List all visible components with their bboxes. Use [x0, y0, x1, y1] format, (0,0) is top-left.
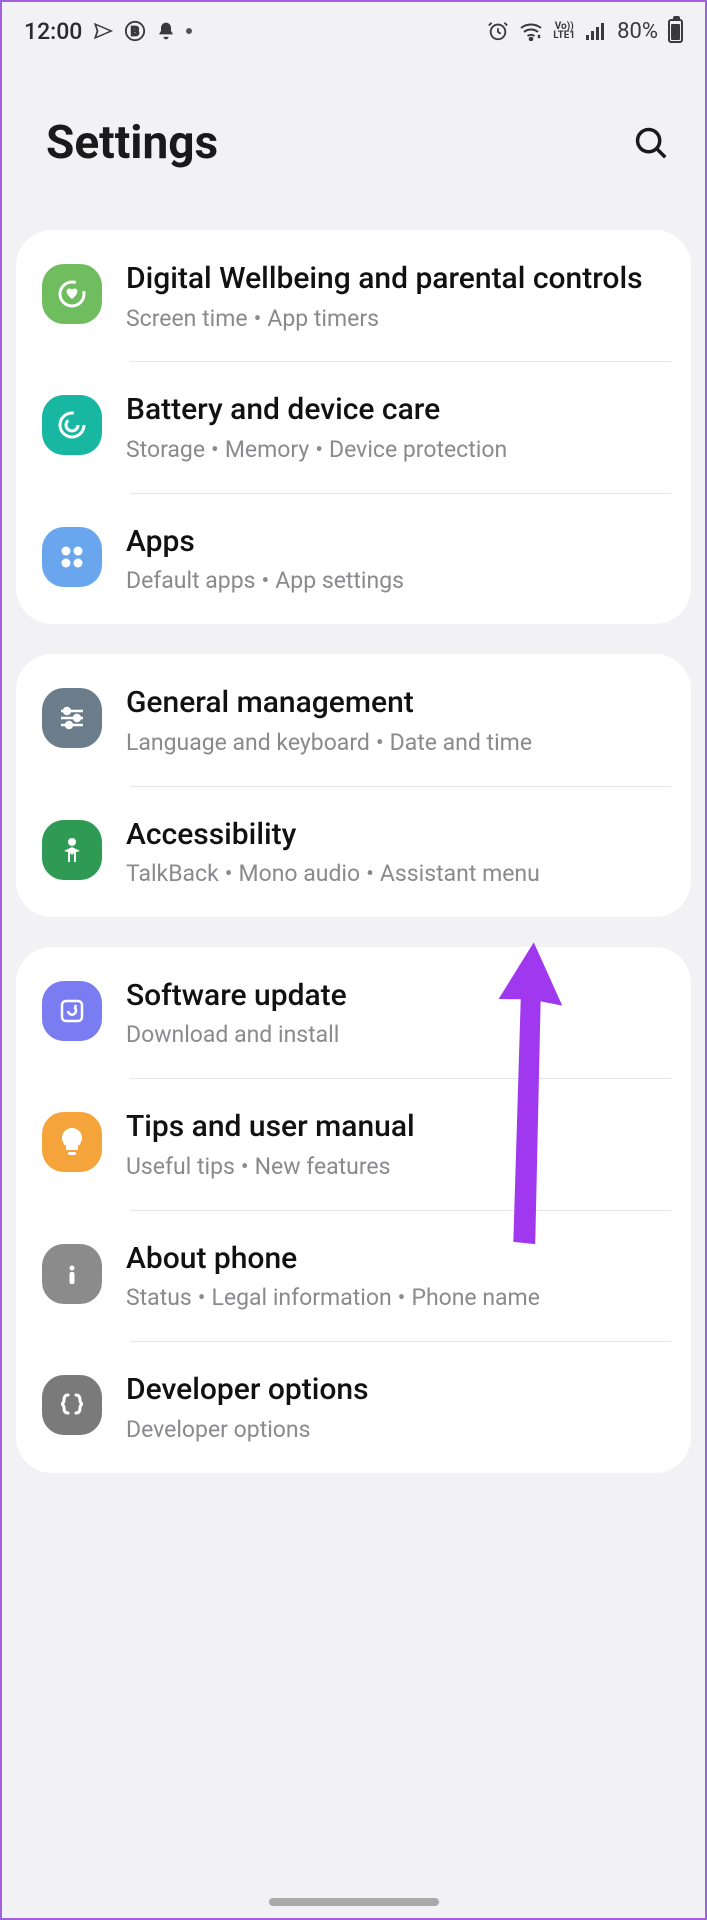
sliders-icon: [42, 688, 102, 748]
item-subtitle: Language and keyboard•Date and time: [126, 728, 669, 758]
braces-icon: [42, 1375, 102, 1435]
status-bar: 12:00 B Vo))LTE1 80%: [2, 2, 705, 56]
signal-icon: [585, 21, 607, 41]
item-subtitle: Status•Legal information•Phone name: [126, 1283, 669, 1313]
more-notifications-dot: [186, 28, 192, 34]
settings-group: Software update Download and install Tips …: [16, 947, 691, 1473]
b-circle-icon: B: [124, 20, 146, 42]
item-subtitle: Download and install: [126, 1020, 669, 1050]
item-title: Accessibility: [126, 816, 669, 854]
item-title: Digital Wellbeing and parental controls: [126, 260, 669, 298]
refresh-box-icon: [42, 981, 102, 1041]
person-icon: [42, 820, 102, 880]
heart-ring-icon: [42, 264, 102, 324]
settings-item-developer-options[interactable]: Developer options Developer options: [16, 1341, 691, 1472]
item-subtitle: TalkBack•Mono audio•Assistant menu: [126, 859, 669, 889]
item-subtitle: Useful tips•New features: [126, 1152, 669, 1182]
volte-label: Vo))LTE1: [553, 22, 575, 40]
clock: 12:00: [24, 18, 82, 45]
settings-group: General management Language and keyboard•…: [16, 654, 691, 917]
alarm-icon: [487, 20, 509, 42]
settings-item-accessibility[interactable]: Accessibility TalkBack•Mono audio•Assista…: [16, 786, 691, 917]
send-icon: [92, 20, 114, 42]
item-title: Tips and user manual: [126, 1108, 669, 1146]
bulb-icon: [42, 1112, 102, 1172]
item-title: Developer options: [126, 1371, 669, 1409]
search-icon: [632, 124, 670, 162]
search-button[interactable]: [627, 119, 675, 167]
settings-item-apps[interactable]: Apps Default apps•App settings: [16, 493, 691, 624]
settings-item-digital-wellbeing[interactable]: Digital Wellbeing and parental controls S…: [16, 230, 691, 361]
svg-text:B: B: [131, 25, 139, 40]
wifi-icon: [519, 21, 543, 41]
item-title: Software update: [126, 977, 669, 1015]
bell-icon: [156, 20, 176, 42]
item-title: Apps: [126, 523, 669, 561]
grid4-icon: [42, 527, 102, 587]
item-subtitle: Developer options: [126, 1415, 669, 1445]
settings-item-software-update[interactable]: Software update Download and install: [16, 947, 691, 1078]
settings-item-tips[interactable]: Tips and user manual Useful tips•New feat…: [16, 1078, 691, 1209]
spiral-icon: [42, 395, 102, 455]
battery-percent: 80%: [617, 19, 658, 44]
settings-item-general-management[interactable]: General management Language and keyboard•…: [16, 654, 691, 785]
item-subtitle: Storage•Memory•Device protection: [126, 435, 669, 465]
settings-item-battery-care[interactable]: Battery and device care Storage•Memory•De…: [16, 361, 691, 492]
settings-group: Digital Wellbeing and parental controls S…: [16, 230, 691, 624]
settings-item-about-phone[interactable]: About phone Status•Legal information•Phon…: [16, 1210, 691, 1341]
item-title: General management: [126, 684, 669, 722]
item-title: About phone: [126, 1240, 669, 1278]
home-indicator[interactable]: [269, 1898, 439, 1906]
item-subtitle: Screen time•App timers: [126, 304, 669, 334]
info-icon: [42, 1244, 102, 1304]
page-title: Settings: [46, 116, 218, 170]
title-row: Settings: [2, 56, 705, 230]
battery-icon: [668, 19, 683, 43]
item-subtitle: Default apps•App settings: [126, 566, 669, 596]
item-title: Battery and device care: [126, 391, 669, 429]
